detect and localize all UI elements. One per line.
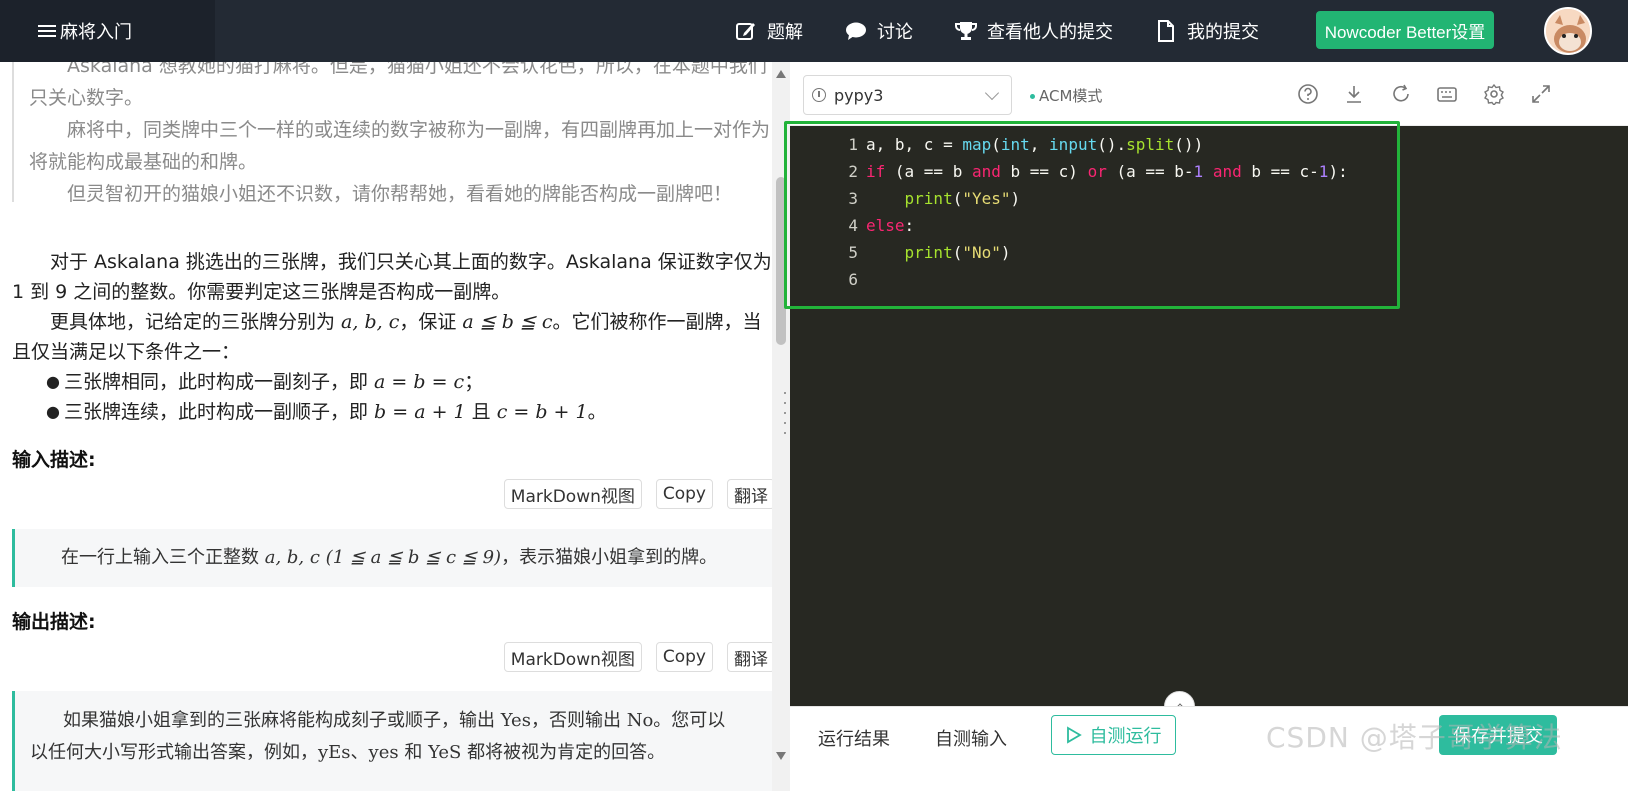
download-icon[interactable] xyxy=(1343,83,1365,105)
nav-discussion[interactable]: 讨论 xyxy=(845,0,913,62)
list-icon xyxy=(38,24,58,38)
input-description-title: 输入描述: xyxy=(12,449,96,471)
problem-title[interactable]: 麻将入门 xyxy=(0,0,215,62)
avatar[interactable] xyxy=(1544,7,1592,55)
fullscreen-icon[interactable] xyxy=(1530,83,1552,105)
translate-button[interactable]: 翻译 xyxy=(727,479,775,509)
reset-icon[interactable] xyxy=(1390,83,1412,105)
language-select[interactable]: pypy3 xyxy=(803,75,1012,115)
file-icon xyxy=(1155,20,1177,42)
input-description-block: 在一行上输入三个正整数 a, b, c (1 ≦ a ≦ b ≦ c ≦ 9)，… xyxy=(12,529,772,587)
copy-button[interactable]: Copy xyxy=(655,479,713,509)
help-icon[interactable] xyxy=(1297,83,1319,105)
problem-statement: 对于 Askalana 挑选出的三张牌，我们只关心其上面的数字。Askalana… xyxy=(12,247,772,427)
play-icon xyxy=(1066,726,1082,744)
scroll-up-arrow[interactable] xyxy=(776,70,786,78)
condition-sequence: 三张牌连续，此时构成一副顺子，即 b = a + 1 且 c = b + 1。 xyxy=(12,397,772,427)
output-description-title: 输出描述: xyxy=(12,611,96,633)
problem-description-panel: Askalana 想教她的猫打麻将。但是，猫猫小姐还不会认花色，所以，在本题中我… xyxy=(0,62,790,791)
code-highlight-annotation xyxy=(784,121,1400,309)
info-icon xyxy=(812,88,826,102)
chevron-down-icon xyxy=(984,85,1000,101)
edit-icon xyxy=(735,20,757,42)
chat-icon xyxy=(845,20,867,42)
tab-run-result[interactable]: 运行结果 xyxy=(818,725,890,751)
scroll-down-arrow[interactable] xyxy=(776,752,786,760)
translate-button[interactable]: 翻译 xyxy=(727,642,775,672)
nav-others-submissions[interactable]: 查看他人的提交 xyxy=(955,0,1113,62)
gear-icon[interactable] xyxy=(1483,83,1505,105)
copy-button[interactable]: Copy xyxy=(655,642,713,672)
input-section-actions: MarkDown视图 Copy 翻译 xyxy=(503,479,775,509)
nav-solutions[interactable]: 题解 xyxy=(735,0,803,62)
nav-my-submissions[interactable]: 我的提交 xyxy=(1155,0,1259,62)
markdown-view-button[interactable]: MarkDown视图 xyxy=(503,642,642,672)
panel-resize-handle[interactable] xyxy=(783,392,787,437)
brand-label: 麻将入门 xyxy=(60,22,132,43)
output-section-actions: MarkDown视图 Copy 翻译 xyxy=(503,642,775,672)
test-run-button[interactable]: 自测运行 xyxy=(1051,715,1176,755)
story-quote: Askalana 想教她的猫打麻将。但是，猫猫小姐还不会认花色，所以，在本题中我… xyxy=(12,62,772,205)
statement-para-1: 对于 Askalana 挑选出的三张牌，我们只关心其上面的数字。Askalana… xyxy=(12,251,772,303)
condition-triplet: 三张牌相同，此时构成一副刻子，即 a = b = c； xyxy=(12,367,772,397)
tab-custom-input[interactable]: 自测输入 xyxy=(935,725,1007,751)
watermark: CSDN @塔子哥学算法 xyxy=(1266,721,1563,754)
top-navbar: 麻将入门 题解 讨论 查看他人的提交 我的提交 Nowcoder Better设… xyxy=(0,0,1628,62)
editor-toolbar: pypy3 ACM模式 xyxy=(790,62,1628,126)
acm-mode-label: ACM模式 xyxy=(1030,85,1102,106)
statement-para-2: 更具体地，记给定的三张牌分别为 a, b, c，保证 a ≦ b ≦ c。它们被… xyxy=(12,311,762,363)
output-description-block: 如果猫娘小姐拿到的三张麻将能构成刻子或顺子，输出 Yes，否则输出 No。您可以… xyxy=(12,691,772,791)
markdown-view-button[interactable]: MarkDown视图 xyxy=(503,479,642,509)
keyboard-icon[interactable] xyxy=(1436,83,1458,105)
trophy-icon xyxy=(955,20,977,42)
nowcoder-better-settings-button[interactable]: Nowcoder Better设置 xyxy=(1316,11,1494,49)
